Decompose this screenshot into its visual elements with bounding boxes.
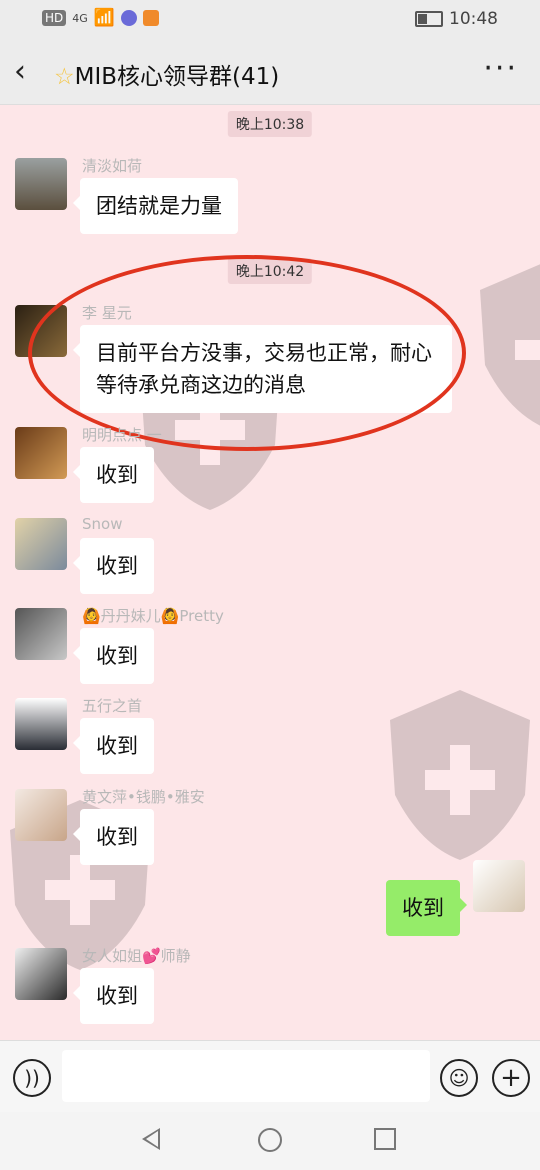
message-bubble[interactable]: 收到 xyxy=(73,628,154,684)
avatar[interactable] xyxy=(15,305,67,357)
network-label: 4G xyxy=(72,11,88,25)
avatar[interactable] xyxy=(15,608,67,660)
sender-name: 清淡如荷 xyxy=(82,157,143,175)
emoji-icon[interactable]: ☺ xyxy=(440,1059,478,1097)
avatar[interactable] xyxy=(15,158,67,210)
message-bubble[interactable]: 收到 xyxy=(73,968,154,1024)
nav-back-icon[interactable] xyxy=(142,1128,160,1150)
avatar[interactable] xyxy=(473,860,525,912)
watermark-icon xyxy=(480,264,540,426)
back-button[interactable]: ‹ xyxy=(14,54,44,90)
avatar[interactable] xyxy=(15,789,67,841)
message-bubble[interactable]: 收到 xyxy=(386,880,467,936)
sender-name: 黄文萍•钱鹏•雅安 xyxy=(82,788,205,806)
sender-name: 女人如姐💕师静 xyxy=(82,947,191,965)
nav-recent-icon[interactable] xyxy=(374,1128,396,1150)
signal-icon: 📶 xyxy=(93,8,115,28)
chat-title: ☆MIB核心领导群(41) xyxy=(54,64,280,90)
status-bar: HD 4G 📶 10:48 xyxy=(0,0,540,40)
timestamp: 晚上10:42 xyxy=(227,258,313,284)
sender-name: 五行之首 xyxy=(82,697,143,715)
message-bubble[interactable]: 收到 xyxy=(73,718,154,774)
nav-home-icon[interactable] xyxy=(258,1128,282,1152)
chat-area[interactable]: 晚上10:38 清淡如荷 团结就是力量 晚上10:42 李 星元 目前平台方没事… xyxy=(0,105,540,1040)
avatar[interactable] xyxy=(15,427,67,479)
sender-name: 李 星元 xyxy=(82,304,132,322)
app-icon xyxy=(120,10,137,26)
sender-name: Snow xyxy=(82,515,123,533)
timestamp: 晚上10:38 xyxy=(227,111,313,137)
more-button[interactable]: ··· xyxy=(483,54,518,84)
battery-icon xyxy=(415,11,443,27)
clock: 10:48 xyxy=(449,9,498,29)
watermark-icon xyxy=(390,690,530,860)
system-nav-bar xyxy=(0,1112,540,1170)
avatar[interactable] xyxy=(15,518,67,570)
sender-name: 🙆丹丹妹儿🙆Pretty xyxy=(82,607,224,625)
voice-icon[interactable]: )) xyxy=(13,1059,51,1097)
input-bar: )) ☺ + xyxy=(0,1040,540,1113)
message-bubble[interactable]: 收到 xyxy=(73,447,154,503)
plus-icon[interactable]: + xyxy=(492,1059,530,1097)
avatar[interactable] xyxy=(15,698,67,750)
avatar[interactable] xyxy=(15,948,67,1000)
message-bubble[interactable]: 目前平台方没事，交易也正常，耐心等待承兑商这边的消息 xyxy=(73,325,452,413)
message-bubble[interactable]: 收到 xyxy=(73,809,154,865)
star-icon: ☆ xyxy=(54,64,75,90)
sender-name: 明明点点 一 xyxy=(82,426,162,444)
message-input[interactable] xyxy=(62,1050,430,1102)
app-icon xyxy=(142,10,159,26)
message-bubble[interactable]: 团结就是力量 xyxy=(73,178,238,234)
chat-header: ‹ ☆MIB核心领导群(41) ··· xyxy=(0,40,540,105)
hd-icon: HD xyxy=(42,10,67,26)
message-bubble[interactable]: 收到 xyxy=(73,538,154,594)
